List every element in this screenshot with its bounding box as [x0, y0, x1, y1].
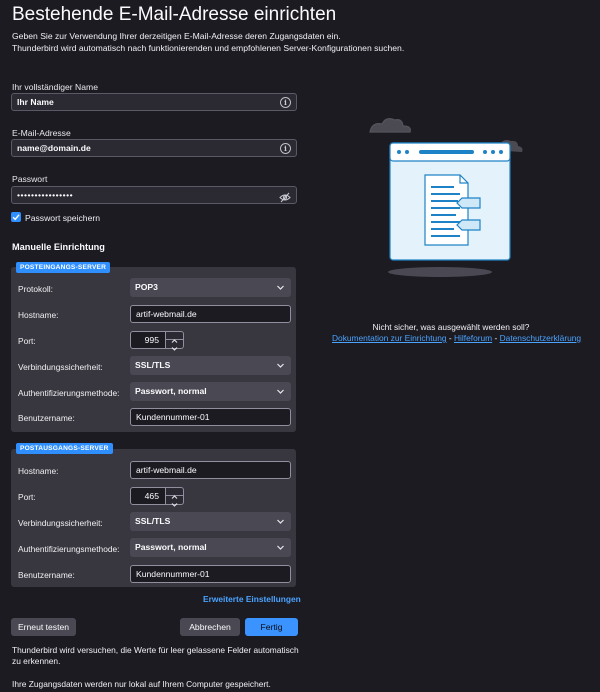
outgoing-security-value: SSL/TLS [135, 516, 171, 526]
help-links: Dokumentation zur Einrichtung - Hilfefor… [332, 333, 581, 343]
local-storage-note: Ihre Zugangsdaten werden nur lokal auf I… [12, 679, 271, 689]
outgoing-port-spinner[interactable] [166, 487, 184, 507]
email-field[interactable]: i [11, 139, 297, 157]
autofill-note: Thunderbird wird versuchen, die Werte fü… [12, 645, 299, 667]
intro-line-2: Thunderbird wird automatisch nach funkti… [12, 43, 405, 53]
password-label: Passwort [12, 174, 48, 184]
incoming-security-label: Verbindungssicherheit: [18, 362, 103, 372]
cancel-button[interactable]: Abbrechen [180, 618, 240, 636]
password-field[interactable] [11, 186, 297, 204]
outgoing-username-input[interactable]: Kundennummer-01 [130, 565, 291, 583]
incoming-hostname-label: Hostname: [18, 310, 59, 320]
remember-password-checkbox[interactable] [11, 212, 21, 222]
protocol-value: POP3 [135, 282, 158, 292]
retest-button[interactable]: Erneut testen [11, 618, 76, 636]
chevron-down-icon [171, 503, 178, 507]
manual-setup-heading: Manuelle Einrichtung [12, 242, 105, 252]
name-label: Ihr vollständiger Name [12, 82, 98, 92]
help-forum-link[interactable]: Hilfeforum [454, 333, 492, 343]
outgoing-port-stepper[interactable]: 465 [130, 487, 184, 507]
chevron-down-icon [277, 363, 284, 368]
incoming-security-select[interactable]: SSL/TLS [130, 356, 291, 375]
done-button[interactable]: Fertig [245, 618, 298, 636]
info-icon[interactable]: i [280, 143, 291, 154]
outgoing-port-input[interactable]: 465 [130, 487, 166, 505]
outgoing-security-label: Verbindungssicherheit: [18, 518, 103, 528]
chevron-down-icon [277, 545, 284, 550]
decrement-button[interactable] [166, 340, 183, 351]
chevron-down-icon [277, 285, 284, 290]
email-input[interactable] [12, 140, 296, 156]
password-input[interactable] [12, 187, 296, 203]
outgoing-server-badge: POSTAUSGANGS-SERVER [16, 443, 113, 454]
document-illustration [369, 118, 523, 277]
autofill-note-line-1: Thunderbird wird versuchen, die Werte fü… [12, 645, 299, 655]
incoming-username-label: Benutzername: [18, 413, 75, 423]
page-title: Bestehende E-Mail-Adresse einrichten [12, 4, 337, 25]
link-separator: - [492, 333, 500, 343]
info-icon[interactable]: i [280, 97, 291, 108]
autofill-note-line-2: zu erkennen. [12, 656, 61, 666]
privacy-policy-link[interactable]: Datenschutzerklärung [500, 333, 581, 343]
name-input[interactable] [12, 94, 296, 110]
hide-password-icon[interactable] [279, 190, 291, 203]
chevron-down-icon [171, 347, 178, 351]
intro-line-1: Geben Sie zur Verwendung Ihrer derzeitig… [12, 31, 341, 41]
incoming-hostname-input[interactable]: artif-webmail.de [130, 305, 291, 323]
check-icon [12, 214, 20, 221]
outgoing-hostname-label: Hostname: [18, 466, 59, 476]
incoming-username-input[interactable]: Kundennummer-01 [130, 408, 291, 426]
incoming-server-badge: POSTEINGANGS-SERVER [16, 262, 111, 273]
advanced-settings-link[interactable]: Erweiterte Einstellungen [203, 594, 301, 604]
link-separator: - [446, 333, 454, 343]
protocol-select[interactable]: POP3 [130, 278, 291, 297]
remember-password-label[interactable]: Passwort speichern [25, 213, 100, 223]
setup-docs-link[interactable]: Dokumentation zur Einrichtung [332, 333, 447, 343]
incoming-port-spinner[interactable] [166, 331, 184, 351]
decrement-button[interactable] [166, 496, 183, 507]
incoming-auth-select[interactable]: Passwort, normal [130, 382, 291, 401]
protocol-label: Protokoll: [18, 284, 53, 294]
help-question: Nicht sicher, was ausgewählt werden soll… [372, 322, 530, 332]
name-field[interactable]: i [11, 93, 297, 111]
incoming-security-value: SSL/TLS [135, 360, 171, 370]
increment-button[interactable] [166, 332, 183, 343]
email-label: E-Mail-Adresse [12, 128, 71, 138]
intro-text: Geben Sie zur Verwendung Ihrer derzeitig… [12, 30, 404, 54]
incoming-port-input[interactable]: 995 [130, 331, 166, 349]
outgoing-username-label: Benutzername: [18, 570, 75, 580]
increment-button[interactable] [166, 488, 183, 499]
incoming-port-label: Port: [18, 336, 36, 346]
outgoing-auth-label: Authentifizierungsmethode: [18, 544, 120, 554]
outgoing-port-label: Port: [18, 492, 36, 502]
chevron-down-icon [277, 519, 284, 524]
incoming-auth-value: Passwort, normal [135, 386, 207, 396]
outgoing-hostname-input[interactable]: artif-webmail.de [130, 461, 291, 479]
cloud-icon [369, 118, 411, 133]
incoming-port-stepper[interactable]: 995 [130, 331, 184, 351]
incoming-auth-label: Authentifizierungsmethode: [18, 388, 120, 398]
chevron-down-icon [277, 389, 284, 394]
outgoing-security-select[interactable]: SSL/TLS [130, 512, 291, 531]
outgoing-auth-value: Passwort, normal [135, 542, 207, 552]
outgoing-auth-select[interactable]: Passwort, normal [130, 538, 291, 557]
